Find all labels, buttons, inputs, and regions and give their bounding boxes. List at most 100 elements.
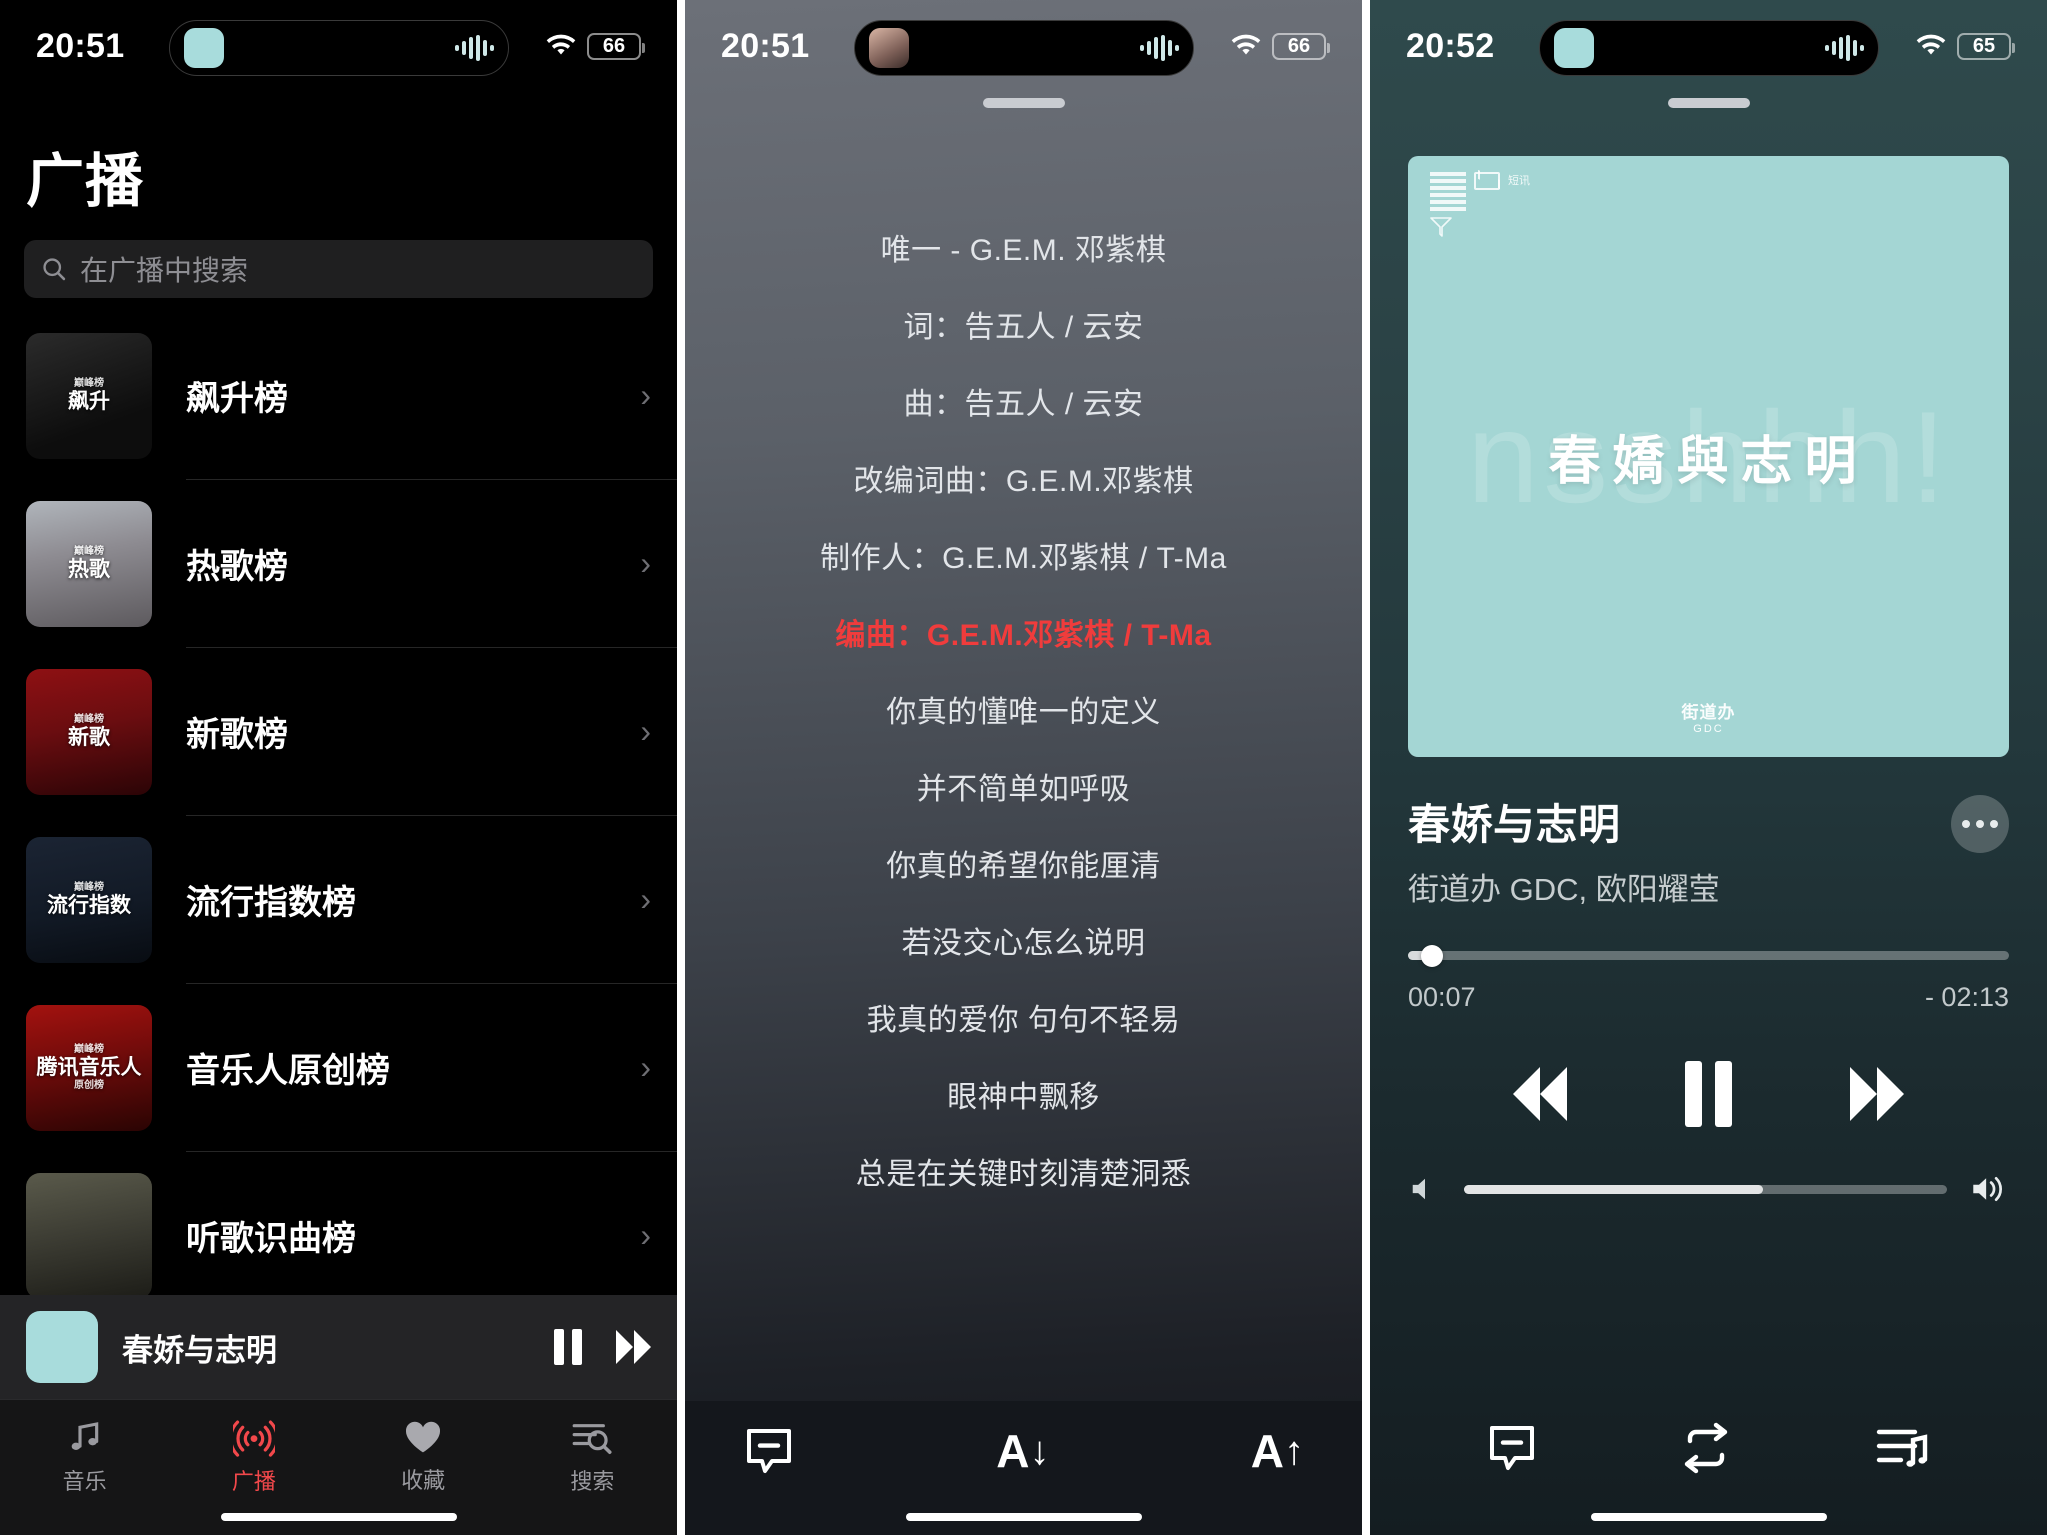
mini-player[interactable]: 春娇与志明 [0, 1295, 677, 1399]
pause-icon[interactable] [554, 1329, 582, 1365]
chevron-right-icon: › [640, 713, 651, 749]
lyric-line: 曲：告五人 / 云安 [903, 388, 1144, 421]
cover-corner-label: 短讯 [1508, 175, 1530, 187]
list-item-artwork: 巅峰榜 新歌 [26, 669, 152, 795]
list-item-body: 热歌榜 › [186, 480, 677, 648]
lyrics-icon [1490, 1425, 1535, 1470]
chevron-right-icon: › [640, 1049, 651, 1085]
album-cover-container: 短讯 nsshhh! 春嬌與志明 街道办 GDC [1370, 108, 2047, 757]
status-indicators: 66 [545, 32, 645, 60]
sheet-grabber[interactable] [1667, 98, 1750, 108]
artwork-sub: 巅峰榜 [74, 1044, 104, 1056]
fast-forward-icon[interactable] [616, 1330, 651, 1364]
list-item-body: 音乐人原创榜 › [186, 984, 677, 1152]
dynamic-island[interactable] [853, 20, 1194, 76]
seek-handle[interactable] [1421, 944, 1444, 967]
status-time: 20:51 [721, 26, 810, 65]
repeat-mode-button[interactable] [1678, 1422, 1734, 1479]
status-bar: 20:51 66 [0, 0, 677, 92]
dynamic-island[interactable] [168, 20, 509, 76]
chevron-right-icon: › [640, 377, 651, 413]
screenshot-stage: 20:51 66 广播 在广播中搜索 巅峰榜 飙升 飙升榜 › 巅峰榜 热歌 热… [0, 0, 2048, 1535]
font-smaller-button[interactable]: A ↓ [996, 1424, 1049, 1478]
rewind-icon[interactable] [1513, 1067, 1567, 1121]
lyric-line: 改编词曲：G.E.M.邓紫棋 [853, 465, 1194, 498]
volume-row [1370, 1127, 2047, 1205]
tab-search[interactable]: 搜索 [508, 1400, 677, 1535]
pause-icon[interactable] [1685, 1061, 1732, 1127]
list-item[interactable]: 巅峰榜 热歌 热歌榜 › [0, 480, 677, 648]
list-item-label: 热歌榜 [186, 548, 288, 586]
tab-music[interactable]: 音乐 [0, 1400, 169, 1535]
more-options-button[interactable] [1951, 795, 2009, 853]
phone-screen-lyrics: 20:51 66 唯一 - G.E.M. 邓紫棋 词：告五人 / 云安 曲：告五… [685, 0, 1362, 1535]
sheet-grabber[interactable] [982, 98, 1065, 108]
cover-brand-name: 街道办 [1681, 703, 1736, 722]
search-input[interactable]: 在广播中搜索 [24, 240, 653, 298]
repeat-icon [1685, 1422, 1728, 1473]
list-item[interactable]: 巅峰榜 飙升 飙升榜 › [0, 312, 677, 480]
list-item-label: 听歌识曲榜 [186, 1220, 356, 1258]
wifi-icon [1231, 34, 1261, 55]
status-bar: 20:51 66 [685, 0, 1362, 92]
artwork-sub2: 原创榜 [74, 1080, 104, 1092]
cover-title-text: 春嬌與志明 [1548, 434, 1869, 491]
artwork-sub: 巅峰榜 [74, 378, 104, 390]
home-indicator [905, 1513, 1142, 1521]
list-item[interactable]: 巅峰榜 腾讯音乐人 原创榜 音乐人原创榜 › [0, 984, 677, 1152]
dynamic-island[interactable] [1538, 20, 1879, 76]
fast-forward-icon[interactable] [1850, 1067, 1904, 1121]
volume-slider[interactable] [1464, 1184, 1947, 1194]
wifi-icon [546, 34, 576, 55]
lyric-line: 我真的爱你 句句不轻易 [866, 1004, 1181, 1037]
artwork-caption: 腾讯音乐人 [36, 1055, 142, 1079]
battery-level: 66 [602, 34, 626, 57]
heart-icon [406, 1421, 441, 1453]
tab-label: 搜索 [570, 1469, 615, 1494]
island-album-art [868, 28, 909, 68]
battery-level: 65 [1972, 34, 1996, 57]
artwork-caption: 新歌 [68, 725, 110, 749]
lyric-line: 词：告五人 / 云安 [903, 311, 1144, 344]
search-placeholder: 在广播中搜索 [80, 255, 249, 286]
list-item-label: 新歌榜 [186, 716, 288, 754]
speaker-low-icon [1412, 1178, 1425, 1200]
cover-brand: 街道办 GDC [1682, 698, 1736, 735]
lyrics-offset-button[interactable] [743, 1425, 795, 1477]
lyric-line: 制作人：G.E.M.邓紫棋 / T-Ma [820, 542, 1227, 575]
chevron-right-icon: › [640, 881, 651, 917]
arrow-down-icon: ↓ [1029, 1428, 1050, 1473]
font-larger-button[interactable]: A ↑ [1251, 1424, 1304, 1478]
mini-player-artwork [26, 1311, 98, 1383]
list-item-label: 音乐人原创榜 [186, 1052, 390, 1090]
remaining-time: - 02:13 [1924, 982, 2009, 1012]
phone-screen-radio: 20:51 66 广播 在广播中搜索 巅峰榜 飙升 飙升榜 › 巅峰榜 热歌 热… [0, 0, 677, 1535]
seek-slider[interactable] [1408, 944, 2009, 967]
list-item[interactable]: 巅峰榜 新歌 新歌榜 › [0, 648, 677, 816]
page-title: 广播 [26, 149, 145, 214]
lyric-line: 眼神中飘移 [947, 1081, 1100, 1114]
tab-label: 广播 [231, 1469, 276, 1494]
artwork-sub: 巅峰榜 [74, 546, 104, 558]
list-item[interactable]: 巅峰榜 流行指数 流行指数榜 › [0, 816, 677, 984]
broadcast-icon [232, 1420, 275, 1457]
status-indicators: 66 [1230, 32, 1330, 60]
artwork-sub: 巅峰榜 [74, 882, 104, 894]
list-item-artwork [26, 1173, 152, 1299]
lyrics-list[interactable]: 唯一 - G.E.M. 邓紫棋 词：告五人 / 云安 曲：告五人 / 云安 改编… [685, 212, 1362, 1213]
cover-brand-sub: GDC [1693, 723, 1724, 735]
ellipsis-icon [1962, 820, 1970, 828]
lyrics-toggle-button[interactable] [1486, 1422, 1538, 1479]
lyric-line: 你真的希望你能厘清 [886, 850, 1161, 883]
ellipsis-icon [1976, 820, 1984, 828]
play-queue-button[interactable] [1875, 1423, 1931, 1478]
volume-fill [1464, 1184, 1764, 1194]
lyric-line: 并不简单如呼吸 [916, 773, 1131, 806]
lyric-line: 唯一 - G.E.M. 邓紫棋 [880, 234, 1167, 267]
seek-section: 00:07 - 02:13 [1370, 909, 2047, 1013]
artwork-sub: 巅峰榜 [74, 714, 104, 726]
list-item-artwork: 巅峰榜 流行指数 [26, 837, 152, 963]
lyric-line: 总是在关键时刻清楚洞悉 [855, 1158, 1192, 1191]
chart-list: 巅峰榜 飙升 飙升榜 › 巅峰榜 热歌 热歌榜 › 巅峰榜 新歌 新歌榜 › 巅… [0, 312, 677, 1320]
album-cover[interactable]: 短讯 nsshhh! 春嬌與志明 街道办 GDC [1408, 156, 2009, 757]
